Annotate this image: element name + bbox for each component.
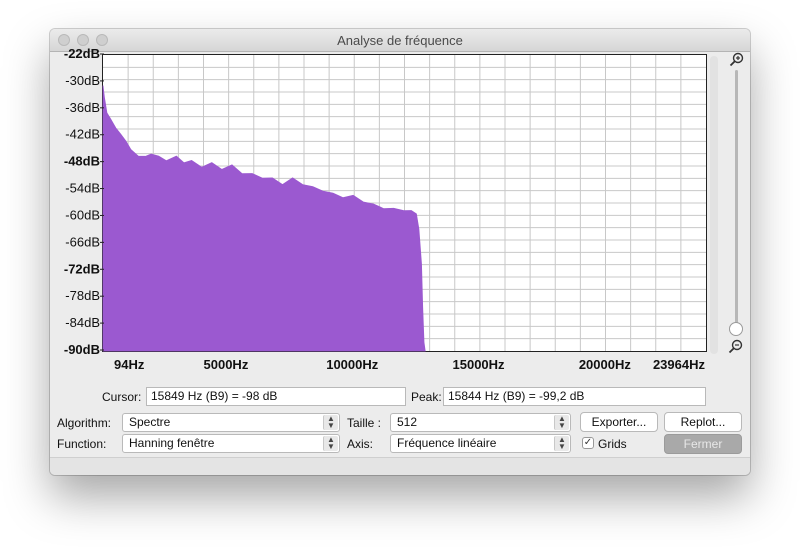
spectrum-area	[102, 85, 426, 352]
chevron-updown-icon: ▲ ▼	[554, 415, 569, 430]
y-tick-label: -42dB	[65, 127, 100, 142]
title-bar: Analyse de fréquence	[50, 29, 750, 52]
y-tick-label: -22dB	[64, 46, 100, 61]
axis-label: Axis:	[347, 437, 374, 451]
plot-scrollbar[interactable]	[710, 56, 718, 354]
function-value: Hanning fenêtre	[129, 436, 215, 450]
size-select[interactable]: 512 ▲ ▼	[390, 413, 571, 432]
y-tick-label: -84dB	[65, 315, 100, 330]
size-label: Taille :	[347, 416, 382, 430]
axis-value: Fréquence linéaire	[397, 436, 497, 450]
axis-select[interactable]: Fréquence linéaire ▲ ▼	[390, 434, 571, 453]
y-tick-label: -72dB	[64, 261, 100, 276]
function-select[interactable]: Hanning fenêtre ▲ ▼	[122, 434, 340, 453]
peak-label: Peak:	[411, 390, 442, 404]
spectrum-chart	[102, 55, 706, 352]
zoom-in-icon[interactable]	[729, 52, 745, 68]
y-axis: -22dB -30dB -36dB -42dB -48dB -54dB -60dB -66dB…	[64, 46, 104, 357]
zoom-slider-knob[interactable]	[729, 322, 743, 336]
chevron-updown-icon: ▲ ▼	[323, 436, 338, 451]
y-tick-label: -78dB	[65, 288, 100, 303]
x-tick-label: 10000Hz	[326, 357, 379, 372]
spectrum-plot[interactable]	[102, 54, 707, 352]
size-value: 512	[397, 415, 418, 429]
zoom-out-icon[interactable]	[728, 339, 744, 355]
x-axis: 94Hz 5000Hz 10000Hz 15000Hz 20000Hz 23964Hz	[114, 357, 706, 372]
y-tick-label: -60dB	[65, 207, 100, 222]
chevron-updown-icon: ▲ ▼	[323, 415, 338, 430]
cursor-value-field[interactable]: 15849 Hz (B9) = -98 dB	[146, 387, 406, 406]
x-tick-label: 20000Hz	[579, 357, 632, 372]
chevron-updown-icon: ▲ ▼	[554, 436, 569, 451]
y-tick-label: -54dB	[65, 181, 100, 196]
algorithm-value: Spectre	[129, 415, 171, 429]
zoom-slider-track[interactable]	[735, 70, 738, 325]
y-tick-label: -36dB	[65, 100, 100, 115]
cursor-label: Cursor:	[102, 390, 142, 404]
x-tick-label: 94Hz	[114, 357, 145, 372]
status-bar	[50, 457, 750, 475]
peak-value-field[interactable]: 15844 Hz (B9) = -99,2 dB	[443, 387, 706, 406]
algorithm-select[interactable]: Spectre ▲ ▼	[122, 413, 340, 432]
replot-button[interactable]: Replot...	[664, 412, 742, 432]
y-tick-label: -48dB	[64, 154, 100, 169]
x-tick-label: 5000Hz	[204, 357, 249, 372]
x-tick-label: 23964Hz	[653, 357, 706, 372]
window-title: Analyse de fréquence	[337, 33, 463, 48]
grids-checkbox[interactable]: ✓	[582, 437, 594, 449]
grids-label: Grids	[598, 437, 627, 451]
close-button[interactable]: Fermer	[664, 434, 742, 454]
function-label: Function:	[57, 437, 107, 451]
y-tick-label: -90dB	[64, 342, 100, 357]
algorithm-label: Algorithm:	[57, 416, 112, 430]
y-tick-label: -66dB	[65, 234, 100, 249]
x-tick-label: 15000Hz	[453, 357, 506, 372]
checkmark-icon: ✓	[583, 437, 593, 448]
y-tick-label: -30dB	[65, 73, 100, 88]
export-button[interactable]: Exporter...	[580, 412, 658, 432]
